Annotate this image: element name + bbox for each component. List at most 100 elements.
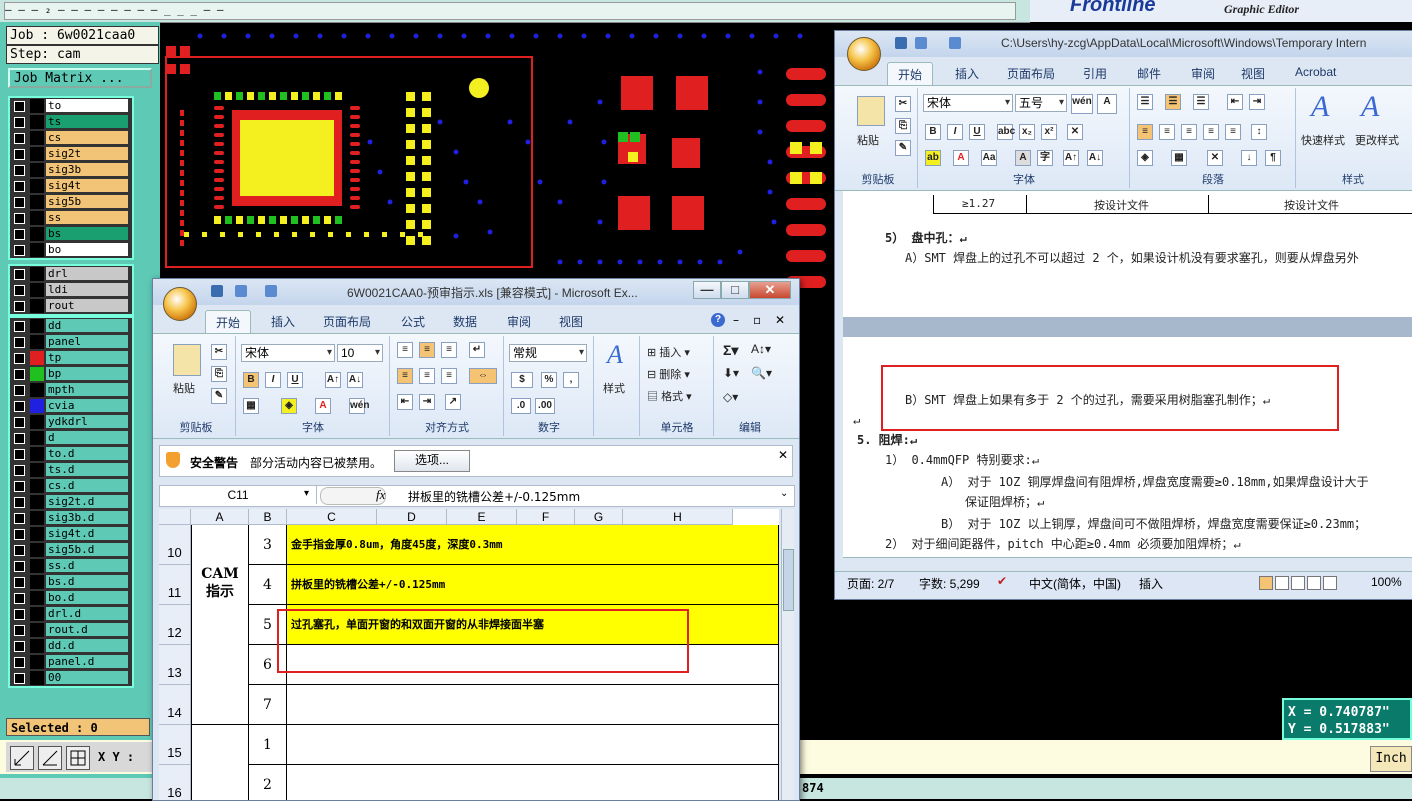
proofing-icon[interactable]: ✔ (997, 574, 1007, 588)
layer-name[interactable]: sig3b.d (46, 511, 128, 524)
expand-formula-icon[interactable]: ⌄ (780, 488, 788, 499)
layer-checkbox[interactable] (14, 513, 25, 524)
column-header[interactable]: G (575, 509, 623, 525)
job-matrix-button[interactable]: Job Matrix ... (8, 68, 152, 88)
change-styles-icon[interactable]: A (1361, 90, 1379, 124)
char-shading-icon[interactable]: A (1015, 150, 1031, 166)
align-left-icon[interactable]: ≡ (1137, 124, 1153, 140)
status-words[interactable]: 字数: 5,299 (919, 575, 980, 592)
tab-1[interactable]: 插入 (271, 313, 295, 330)
layer-color-swatch[interactable] (30, 607, 44, 621)
layer-checkbox[interactable] (14, 497, 25, 508)
undo-icon[interactable] (235, 285, 247, 297)
layer-color-swatch[interactable] (30, 131, 44, 145)
comma-icon[interactable]: , (563, 372, 579, 388)
layer-name[interactable]: d (46, 431, 128, 444)
layer-row[interactable]: cs.d (10, 478, 132, 494)
layer-row[interactable]: ts.d (10, 462, 132, 478)
column-header[interactable]: F (517, 509, 575, 525)
word-font-name[interactable]: 宋体 (923, 94, 1013, 112)
layer-row[interactable]: sig3b.d (10, 510, 132, 526)
layer-color-swatch[interactable] (30, 319, 44, 333)
sort-filter-icon[interactable]: A↕▾ (751, 342, 771, 356)
word-hscrollbar[interactable] (843, 557, 1412, 570)
layer-checkbox[interactable] (14, 481, 25, 492)
redo-icon[interactable] (265, 285, 277, 297)
minimize-button[interactable]: — (693, 281, 721, 299)
layer-color-swatch[interactable] (30, 671, 44, 685)
find-select-icon[interactable]: 🔍▾ (751, 366, 772, 380)
layer-checkbox[interactable] (14, 625, 25, 636)
layer-name[interactable]: ss.d (46, 559, 128, 572)
layer-row[interactable]: tp (10, 350, 132, 366)
tab-6[interactable]: 视图 (559, 313, 583, 330)
instruction-cell[interactable]: 拼板里的铣槽公差+/-0.125mm (287, 565, 779, 605)
strikethrough-icon[interactable]: abc (997, 124, 1015, 140)
layer-color-swatch[interactable] (30, 299, 44, 313)
show-marks-icon[interactable]: ¶ (1265, 150, 1281, 166)
currency-icon[interactable]: $ (511, 372, 533, 388)
row-header[interactable]: 11 (159, 565, 191, 605)
fx-icon[interactable]: fx (376, 487, 385, 503)
status-page[interactable]: 页面: 2/7 (847, 575, 894, 592)
tab-0[interactable]: 开始 (887, 62, 934, 87)
layer-checkbox[interactable] (14, 401, 25, 412)
name-box-dropdown-icon[interactable]: ▾ (304, 488, 309, 499)
cam-label-cell[interactable]: CAM 指示 (191, 525, 249, 725)
layer-checkbox[interactable] (14, 433, 25, 444)
draft-icon[interactable] (1323, 576, 1337, 590)
layer-row[interactable]: sig5b.d (10, 542, 132, 558)
layer-row[interactable]: 00 (10, 670, 132, 686)
doc-restore-icon[interactable]: ▫ (753, 313, 761, 327)
layer-name[interactable]: rout (46, 299, 128, 312)
phonetic-icon[interactable]: wén (1071, 94, 1093, 114)
tab-4[interactable]: 数据 (453, 313, 477, 330)
borders-icon[interactable]: ▦ (1171, 150, 1187, 166)
layer-name[interactable]: cs (46, 131, 128, 144)
layer-checkbox[interactable] (14, 101, 25, 112)
layer-row[interactable]: to (10, 98, 132, 114)
measure-icon[interactable] (38, 746, 62, 770)
layer-row[interactable]: mpth (10, 382, 132, 398)
layer-color-swatch[interactable] (30, 351, 44, 365)
row-header[interactable]: 10 (159, 525, 191, 565)
bullets-icon[interactable]: ☰ (1137, 94, 1153, 110)
doc-minimize-icon[interactable]: – (733, 313, 739, 327)
borders-icon[interactable]: ▦ (243, 398, 259, 414)
grow-font-icon[interactable]: A↑ (325, 372, 341, 388)
font-color-icon[interactable]: A (315, 398, 331, 414)
merge-center-icon[interactable]: ⇔ (469, 368, 497, 384)
layer-checkbox[interactable] (14, 529, 25, 540)
tab-0[interactable]: 开始 (205, 310, 252, 335)
layer-checkbox[interactable] (14, 245, 25, 256)
layer-row[interactable]: sig2t.d (10, 494, 132, 510)
phonetic-icon[interactable]: wén (349, 398, 369, 414)
char-border-icon[interactable]: A (1097, 94, 1117, 114)
layer-checkbox[interactable] (14, 657, 25, 668)
layer-row[interactable]: ts (10, 114, 132, 130)
layer-name[interactable]: sig2t (46, 147, 128, 160)
layer-name[interactable]: bo (46, 243, 128, 256)
column-header[interactable]: C (287, 509, 377, 525)
layer-checkbox[interactable] (14, 593, 25, 604)
layer-color-swatch[interactable] (30, 115, 44, 129)
maximize-button[interactable]: □ (721, 281, 749, 299)
format-cells-button[interactable]: ▤ 格式 ▾ (647, 388, 692, 404)
column-header[interactable]: A (191, 509, 249, 525)
layer-color-swatch[interactable] (30, 415, 44, 429)
layer-color-swatch[interactable] (30, 227, 44, 241)
instruction-cell[interactable]: 金手指金厚0.8um，角度45度，深度0.3mm (287, 525, 779, 565)
layer-color-swatch[interactable] (30, 639, 44, 653)
layer-row[interactable]: sig5b (10, 194, 132, 210)
layer-row[interactable]: cvia (10, 398, 132, 414)
layer-checkbox[interactable] (14, 449, 25, 460)
insert-cells-button[interactable]: ⊞ 插入 ▾ (647, 344, 690, 360)
layer-color-swatch[interactable] (30, 163, 44, 177)
layer-row[interactable]: rout.d (10, 622, 132, 638)
layer-color-swatch[interactable] (30, 527, 44, 541)
layer-checkbox[interactable] (14, 301, 25, 312)
chinese-layout-icon[interactable]: ✕ (1207, 150, 1223, 166)
cut-icon[interactable]: ✂ (895, 96, 911, 112)
increase-decimal-icon[interactable]: .0 (511, 398, 531, 414)
align-bottom-icon[interactable]: ≡ (441, 342, 457, 358)
